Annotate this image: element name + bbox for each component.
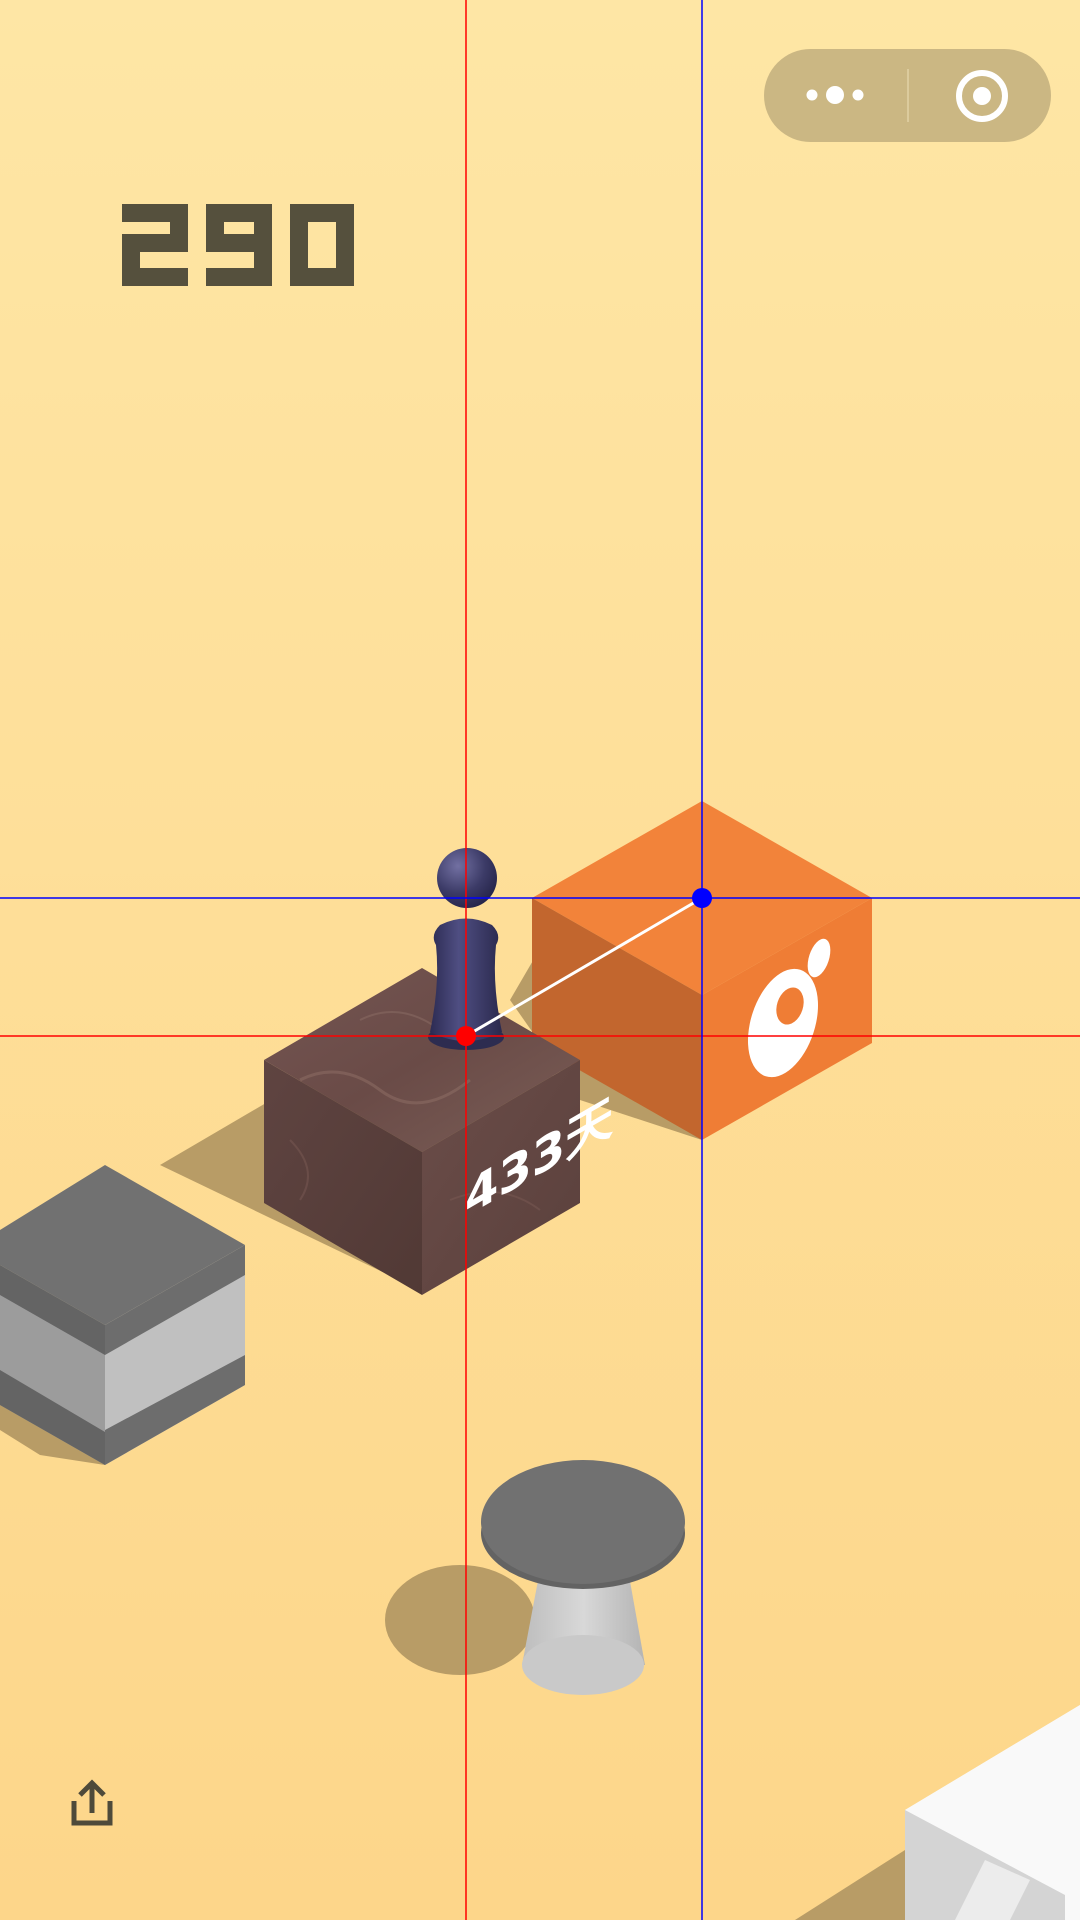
more-button[interactable]	[764, 49, 907, 142]
close-button[interactable]	[908, 49, 1051, 142]
score-digit	[206, 204, 272, 286]
share-button[interactable]	[62, 1775, 122, 1835]
svg-text:290: 290	[118, 190, 120, 191]
stool-shadow	[385, 1565, 535, 1675]
more-dots-icon	[806, 86, 864, 104]
miniprogram-capsule	[764, 49, 1051, 142]
player-position-marker	[456, 1026, 476, 1046]
target-position-marker	[692, 888, 712, 908]
score-display: 290	[118, 190, 354, 286]
score-digit	[290, 204, 354, 286]
share-upload-icon	[71, 1779, 113, 1826]
target-circle-icon	[956, 70, 1008, 122]
score-digit	[122, 204, 188, 286]
